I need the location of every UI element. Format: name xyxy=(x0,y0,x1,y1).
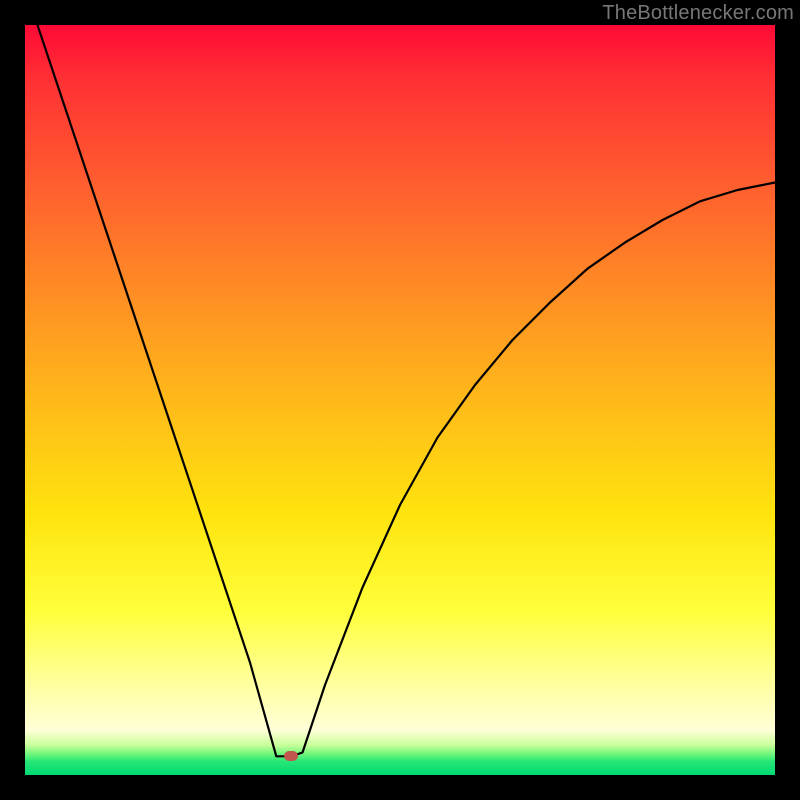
plot-area xyxy=(25,25,775,775)
curve-path xyxy=(25,25,775,756)
watermark-text: TheBottlenecker.com xyxy=(602,2,794,25)
optimum-marker xyxy=(284,751,298,761)
bottleneck-curve xyxy=(25,25,775,775)
chart-frame: TheBottlenecker.com xyxy=(0,0,800,800)
